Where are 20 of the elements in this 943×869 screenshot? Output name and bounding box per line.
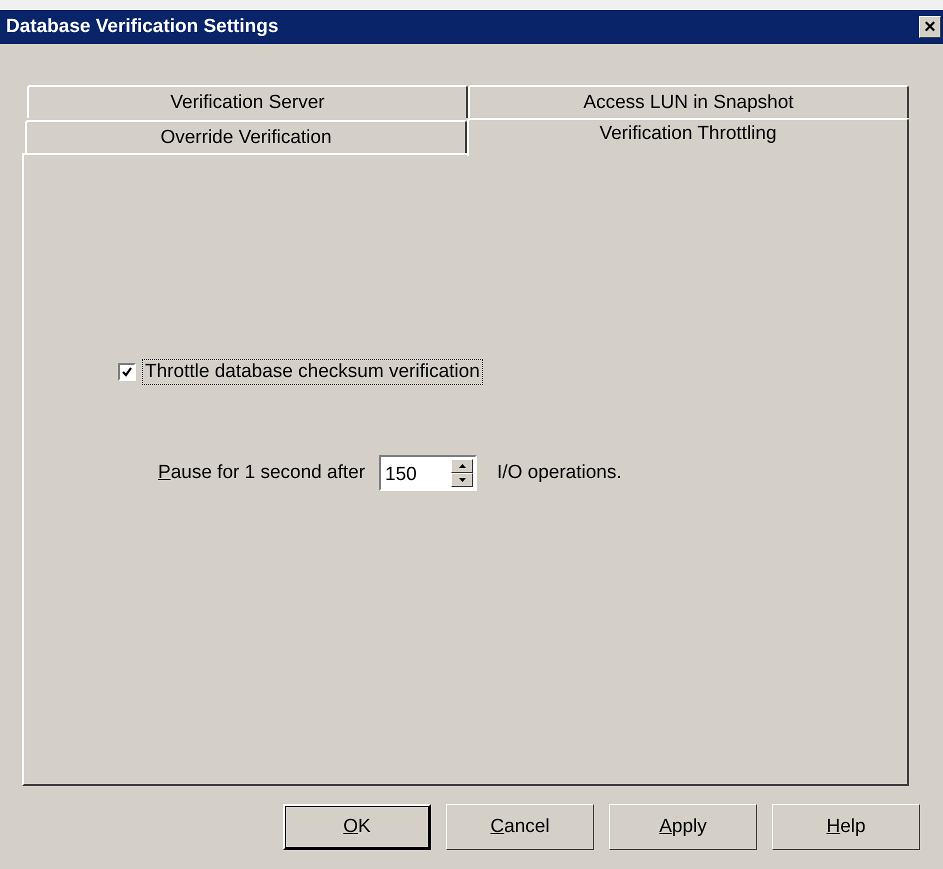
dialog-button[interactable]: Cancel	[446, 804, 594, 850]
tab[interactable]: Verification Throttling	[467, 118, 909, 156]
up-arrow-icon	[458, 464, 466, 468]
dialog-button[interactable]: Help	[772, 804, 920, 850]
close-button[interactable]: ×	[919, 16, 941, 38]
window-title: Database Verification Settings	[6, 16, 278, 38]
checkmark-icon	[122, 367, 132, 377]
pause-label: Pause for 1 second after	[158, 462, 366, 484]
spin-up-button[interactable]	[451, 459, 474, 473]
dialog-button[interactable]: Apply	[609, 804, 757, 850]
down-arrow-icon	[458, 478, 466, 482]
checkbox[interactable]	[118, 363, 136, 381]
tab[interactable]: Override Verification	[25, 120, 467, 153]
dialog-button[interactable]: OK	[283, 804, 431, 850]
spin-down-button[interactable]	[451, 473, 474, 487]
checkbox-label[interactable]: Throttle database checksum verification	[142, 359, 483, 385]
operations-label: I/O operations.	[497, 462, 622, 484]
tab[interactable]: Access LUN in Snapshot	[468, 85, 909, 118]
tab[interactable]: Verification Server	[27, 85, 468, 118]
spin-box[interactable]: 150	[379, 455, 478, 491]
